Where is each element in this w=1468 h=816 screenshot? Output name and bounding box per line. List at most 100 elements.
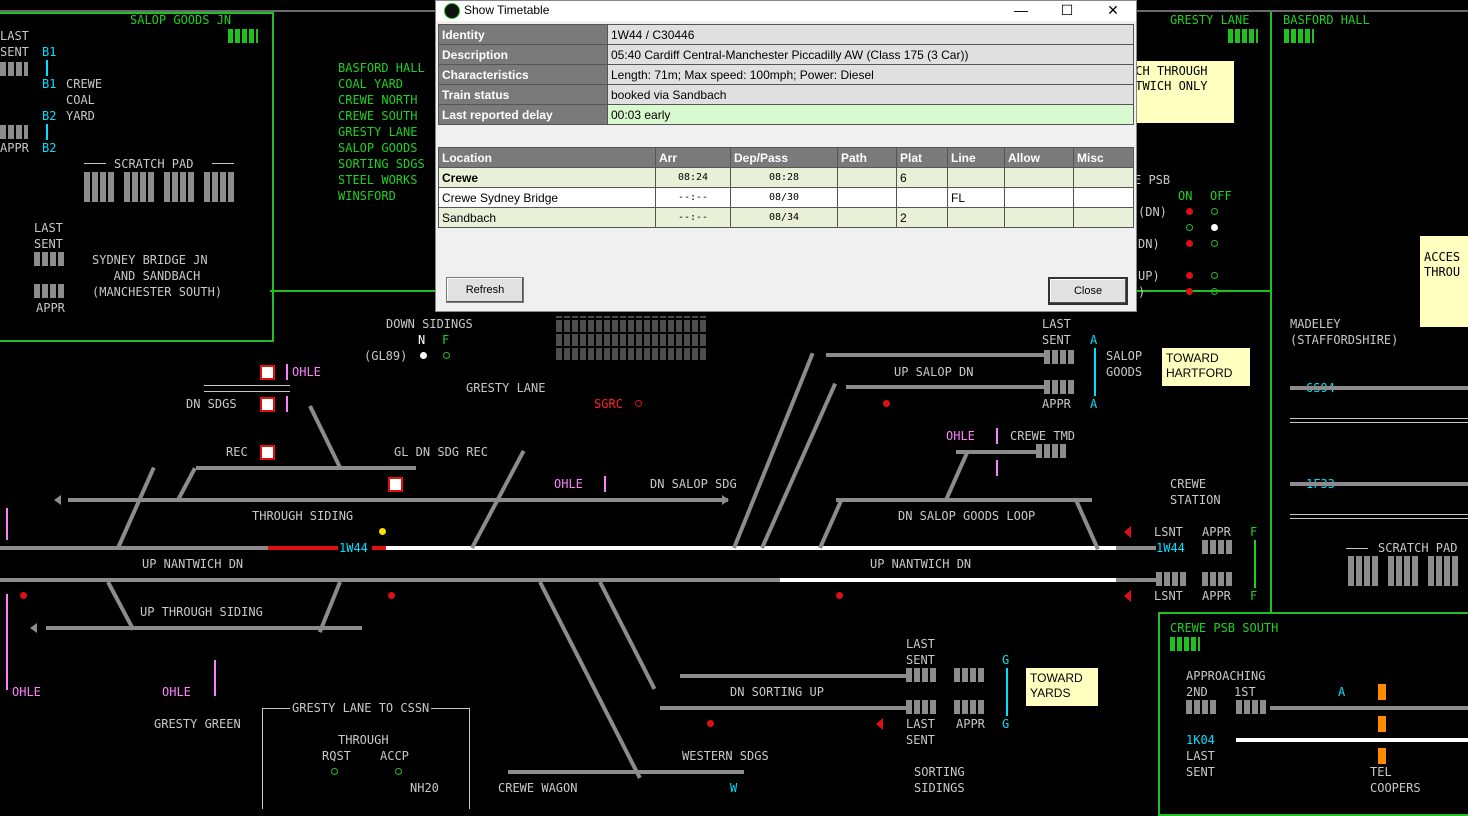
track-route-set[interactable]	[268, 546, 338, 550]
berth-f[interactable]: F	[1250, 588, 1257, 604]
indicator-n[interactable]	[420, 352, 427, 359]
berth-b2[interactable]: B2	[42, 108, 56, 124]
berth-block[interactable]	[1044, 380, 1074, 394]
track-dn-salop-goods-loop[interactable]	[836, 498, 1092, 502]
warning-indicator[interactable]	[1378, 748, 1386, 764]
track-main-line[interactable]	[1116, 546, 1156, 550]
ground-frame-indicator[interactable]	[260, 397, 275, 412]
berth-block[interactable]	[1186, 700, 1216, 714]
berth-block[interactable]	[34, 284, 64, 298]
rqst-indicator[interactable]	[331, 768, 338, 775]
track-crossover[interactable]	[538, 581, 642, 779]
indicator-on[interactable]	[1186, 272, 1193, 279]
location-basford-hall[interactable]: BASFORD HALL	[338, 60, 425, 76]
signal-red[interactable]	[707, 720, 714, 727]
berth-g[interactable]: G	[1002, 652, 1009, 668]
track-psb-south[interactable]	[1270, 706, 1468, 710]
berth-block[interactable]	[1044, 350, 1074, 364]
berth-b1[interactable]: B1	[42, 44, 56, 60]
column-header[interactable]: Arr	[655, 147, 731, 168]
location-gresty-lane[interactable]: GRESTY LANE	[338, 124, 417, 140]
berth-block[interactable]	[1036, 444, 1066, 458]
signal-red[interactable]	[1124, 590, 1131, 602]
ground-frame-indicator[interactable]	[260, 445, 275, 460]
track-crossover[interactable]	[106, 581, 136, 631]
train-headcode-1k04[interactable]: 1K04	[1186, 732, 1215, 748]
signal-red[interactable]	[836, 592, 843, 599]
close-icon[interactable]: ✕	[1090, 1, 1136, 21]
track-crossover[interactable]	[1074, 499, 1100, 551]
signal-red[interactable]	[388, 592, 395, 599]
berth-f[interactable]: F	[1250, 524, 1257, 540]
track-occupied-route[interactable]	[386, 546, 1116, 550]
track-crossover[interactable]	[760, 382, 838, 549]
track-gl-dn-sdg[interactable]	[196, 466, 416, 470]
track-up-line[interactable]	[1116, 578, 1156, 582]
table-row[interactable]: Crewe 08:24 08:28 6	[438, 167, 1134, 188]
a-indicator[interactable]: A	[1338, 684, 1345, 700]
track-occupied-route[interactable]	[1236, 738, 1468, 742]
sgrc-indicator[interactable]	[635, 400, 642, 407]
track-western-sdgs[interactable]	[508, 770, 744, 774]
berth-block[interactable]	[1236, 700, 1266, 714]
indicator-on[interactable]	[1186, 288, 1193, 295]
location-crewe-south[interactable]: CREWE SOUTH	[338, 108, 417, 124]
location-sorting-sdgs[interactable]: SORTING SDGS	[338, 156, 425, 172]
dialog-title-bar[interactable]: Show Timetable — ☐ ✕	[436, 1, 1136, 21]
track-salop[interactable]	[826, 353, 1044, 357]
indicator-on[interactable]	[1186, 224, 1193, 231]
berth-a[interactable]: A	[1090, 396, 1097, 412]
track-occupied-route[interactable]	[780, 578, 1116, 582]
signal-red[interactable]	[876, 718, 883, 730]
berth-block[interactable]	[34, 252, 64, 266]
signal-aspect[interactable]	[379, 528, 386, 535]
berth-block[interactable]	[0, 62, 28, 76]
track-crossover[interactable]	[818, 497, 844, 549]
track-down-salop[interactable]	[68, 498, 728, 502]
accp-indicator[interactable]	[395, 768, 402, 775]
indicator-on[interactable]	[1186, 240, 1193, 247]
indicator-off[interactable]	[1211, 224, 1218, 231]
berth-b2[interactable]: B2	[42, 140, 56, 156]
refresh-button[interactable]: Refresh	[446, 277, 524, 303]
column-header[interactable]: Allow	[1004, 147, 1074, 168]
track-madeley[interactable]	[1290, 386, 1468, 390]
ground-frame-indicator[interactable]	[260, 365, 275, 380]
indicator-off[interactable]	[1211, 208, 1218, 215]
indicator-off[interactable]	[1211, 288, 1218, 295]
indicator-on[interactable]	[1186, 208, 1193, 215]
berth-block[interactable]	[906, 668, 936, 682]
berth-block[interactable]	[1156, 572, 1186, 586]
track-crossover[interactable]	[598, 581, 657, 690]
location-coal-yard[interactable]: COAL YARD	[338, 76, 403, 92]
close-button[interactable]: Close	[1048, 277, 1128, 305]
track-route-set[interactable]	[372, 546, 386, 550]
minimize-icon[interactable]: —	[998, 1, 1044, 21]
location-steel-works[interactable]: STEEL WORKS	[338, 172, 417, 188]
track-crossover[interactable]	[116, 466, 156, 549]
track-main-line[interactable]	[0, 546, 268, 550]
berth-block[interactable]	[1202, 540, 1232, 554]
track-crossover[interactable]	[308, 405, 343, 470]
berth-block[interactable]	[0, 125, 28, 139]
track-crossover[interactable]	[176, 467, 197, 501]
warning-indicator[interactable]	[1378, 716, 1386, 732]
berth-block[interactable]	[954, 700, 984, 714]
warning-indicator[interactable]	[1378, 684, 1386, 700]
berth-b1[interactable]: B1	[42, 76, 56, 92]
berth-block[interactable]	[1202, 572, 1232, 586]
signal-red[interactable]	[20, 592, 27, 599]
signal-red[interactable]	[883, 400, 890, 407]
column-header[interactable]: Misc	[1073, 147, 1134, 168]
location-winsford[interactable]: WINSFORD	[338, 188, 396, 204]
track-crossover[interactable]	[944, 451, 969, 501]
table-row[interactable]: Sandbach --:-- 08/34 2	[438, 207, 1134, 228]
berth-a[interactable]: A	[1090, 332, 1097, 348]
train-headcode-1w44[interactable]: 1W44	[1156, 540, 1185, 556]
berth-block[interactable]	[954, 668, 984, 682]
track-salop[interactable]	[846, 385, 1044, 389]
signal-red[interactable]	[1124, 526, 1131, 538]
indicator-f[interactable]	[443, 352, 450, 359]
column-header[interactable]: Location	[438, 147, 656, 168]
column-header[interactable]: Line	[947, 147, 1005, 168]
